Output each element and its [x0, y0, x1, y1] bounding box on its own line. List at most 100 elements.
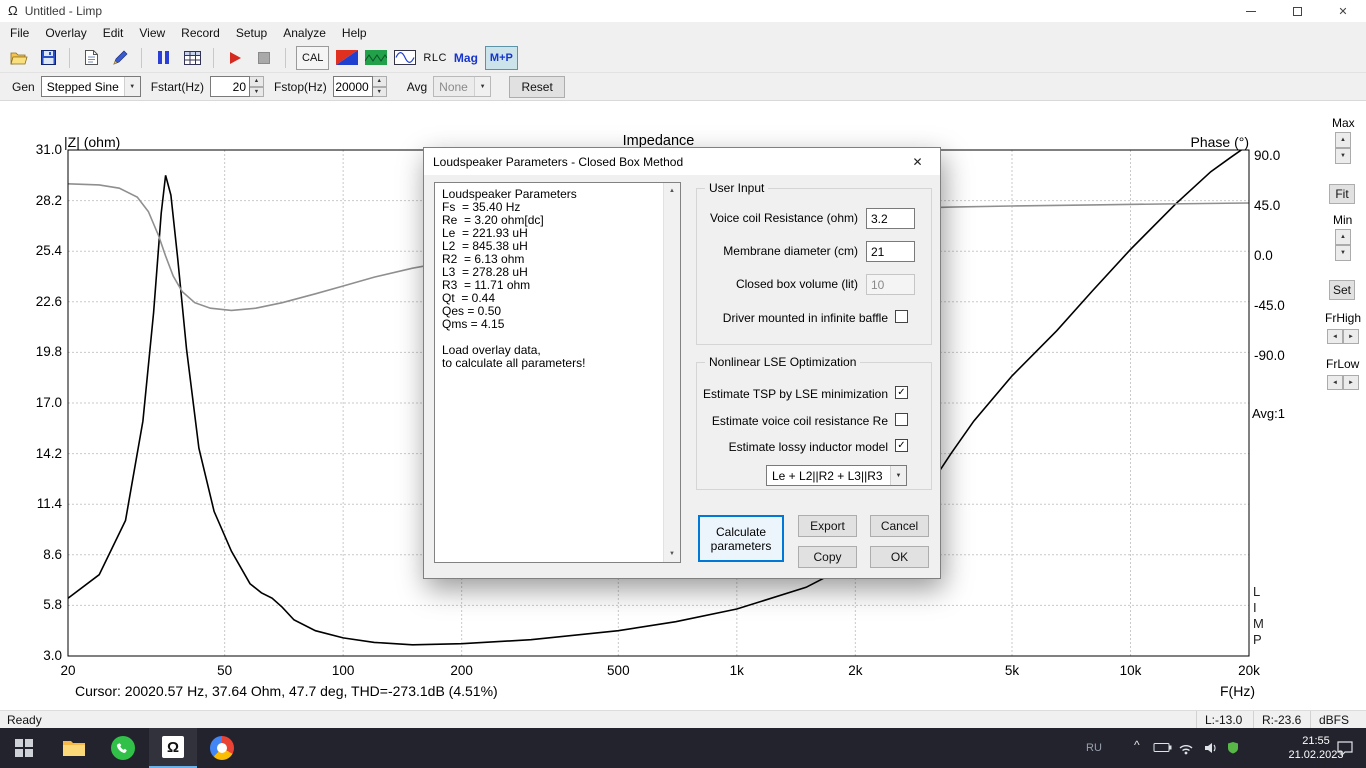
- lossy-inductor-checkbox[interactable]: [895, 439, 908, 452]
- calculate-parameters-button[interactable]: Calculate parameters: [698, 515, 784, 562]
- fstart-down-arrow[interactable]: ▼: [250, 86, 265, 97]
- menu-analyze[interactable]: Analyze: [275, 24, 334, 42]
- lossy-inductor-label: Estimate lossy inductor model: [728, 440, 888, 454]
- frhigh-left-arrow[interactable]: ◄: [1327, 329, 1343, 344]
- max-up-arrow[interactable]: ▲: [1335, 132, 1351, 148]
- menu-overlay[interactable]: Overlay: [37, 24, 94, 42]
- file-explorer-taskbar-button[interactable]: [50, 728, 98, 768]
- min-down-arrow[interactable]: ▼: [1335, 245, 1351, 261]
- browser-icon: [210, 736, 234, 760]
- closed-box-volume-input[interactable]: [866, 274, 915, 295]
- dialog-close-button[interactable]: ✕: [895, 148, 940, 175]
- minimize-button[interactable]: [1228, 0, 1274, 22]
- magnitude-view-button[interactable]: Mag: [454, 46, 478, 70]
- z-tick-label: 28.2: [35, 192, 62, 208]
- fstop-down-arrow[interactable]: ▼: [372, 86, 387, 97]
- pause-button[interactable]: [152, 46, 174, 70]
- phase-tick-label: -45.0: [1254, 298, 1285, 313]
- menu-setup[interactable]: Setup: [228, 24, 275, 42]
- menu-record[interactable]: Record: [173, 24, 228, 42]
- table-icon: [183, 50, 201, 65]
- user-input-group: User Input Voice coil Resistance (ohm) M…: [696, 181, 932, 345]
- frlow-left-arrow[interactable]: ◄: [1327, 375, 1343, 390]
- copy-chart-button[interactable]: [80, 46, 102, 70]
- cancel-button[interactable]: Cancel: [870, 515, 929, 537]
- start-measurement-button[interactable]: [224, 46, 246, 70]
- maximize-button[interactable]: [1274, 0, 1320, 22]
- action-center-button[interactable]: [1336, 740, 1354, 761]
- tray-icons-strip[interactable]: [1153, 739, 1249, 757]
- export-button[interactable]: Export: [798, 515, 857, 537]
- status-bar: Ready L:-13.0 R:-23.6 dBFS: [0, 710, 1366, 729]
- chevron-down-icon: ▼: [474, 77, 491, 96]
- open-file-button[interactable]: [8, 46, 30, 70]
- table-view-button[interactable]: [181, 46, 203, 70]
- results-scrollbar[interactable]: ▲ ▼: [663, 183, 680, 562]
- z-tick-label: 11.4: [36, 496, 62, 512]
- fstop-up-arrow[interactable]: ▲: [372, 76, 387, 87]
- estimate-re-checkbox[interactable]: [895, 413, 908, 426]
- z-tick-label: 14.2: [35, 445, 62, 461]
- min-up-arrow[interactable]: ▲: [1335, 229, 1351, 245]
- frequency-tick-label: 5k: [1004, 663, 1020, 678]
- spectrum-button[interactable]: [365, 46, 388, 70]
- fstop-input[interactable]: [332, 76, 373, 97]
- ok-button[interactable]: OK: [870, 546, 929, 568]
- menu-edit[interactable]: Edit: [95, 24, 132, 42]
- inductor-model-select[interactable]: Le + L2||R2 + L3||R3 ▼: [766, 465, 907, 486]
- z-tick-label: 3.0: [43, 648, 62, 663]
- max-down-arrow[interactable]: ▼: [1335, 148, 1351, 164]
- lossy-inductor-row: Estimate lossy inductor model: [697, 439, 931, 455]
- max-stepper: ▲ ▼: [1335, 132, 1351, 164]
- toolbar-separator: [213, 47, 214, 68]
- language-indicator[interactable]: RU: [1086, 742, 1102, 754]
- rlc-mode-button[interactable]: RLC: [423, 46, 447, 70]
- stop-measurement-button[interactable]: [253, 46, 275, 70]
- tray-expand-chevron-icon[interactable]: ^: [1134, 738, 1140, 752]
- frlow-right-arrow[interactable]: ►: [1343, 375, 1359, 390]
- reset-button[interactable]: Reset: [509, 75, 566, 98]
- calibrate-button[interactable]: CAL: [296, 45, 330, 70]
- menu-file[interactable]: File: [2, 24, 37, 42]
- menu-help[interactable]: Help: [334, 24, 375, 42]
- menu-view[interactable]: View: [131, 24, 173, 42]
- parameters-text: Loudspeaker Parameters Fs = 35.40 Hz Re …: [442, 187, 586, 370]
- stop-icon: [258, 51, 270, 64]
- whatsapp-taskbar-button[interactable]: [99, 728, 147, 768]
- copy-button[interactable]: Copy: [798, 546, 857, 568]
- fit-button[interactable]: Fit: [1329, 184, 1355, 204]
- close-button[interactable]: ✕: [1320, 0, 1366, 22]
- generator-button[interactable]: [394, 46, 417, 70]
- magnitude-phase-view-button[interactable]: M+P: [484, 45, 518, 70]
- infinite-baffle-checkbox[interactable]: [895, 310, 908, 323]
- scroll-down-arrow[interactable]: ▼: [664, 546, 680, 562]
- set-button[interactable]: Set: [1329, 280, 1355, 300]
- voice-coil-resistance-input[interactable]: [866, 208, 915, 229]
- min-label: Min: [1333, 213, 1353, 227]
- closed-box-volume-label: Closed box volume (lit): [735, 277, 858, 291]
- averaging-select[interactable]: None ▼: [433, 76, 492, 97]
- edit-colors-button[interactable]: [109, 46, 131, 70]
- save-file-button[interactable]: [37, 46, 59, 70]
- file-explorer-icon: [63, 741, 85, 756]
- frequency-tick-label: 20: [60, 663, 76, 678]
- fstart-up-arrow[interactable]: ▲: [250, 76, 265, 87]
- fstart-label: Fstart(Hz): [150, 79, 205, 94]
- overlay-colors-button[interactable]: [336, 46, 359, 70]
- limp-taskbar-button[interactable]: Ω: [149, 728, 197, 768]
- estimate-re-label: Estimate voice coil resistance Re: [711, 414, 888, 428]
- phase-tick-label: 0.0: [1254, 248, 1273, 263]
- frhigh-right-arrow[interactable]: ►: [1343, 329, 1359, 344]
- browser-taskbar-button[interactable]: [198, 728, 246, 768]
- dialog-titlebar[interactable]: Loudspeaker Parameters - Closed Box Meth…: [424, 148, 940, 175]
- estimate-tsp-checkbox[interactable]: [895, 386, 908, 399]
- estimate-tsp-row: Estimate TSP by LSE minimization: [697, 386, 931, 402]
- menubar: File Overlay Edit View Record Setup Anal…: [0, 22, 1366, 43]
- membrane-diameter-input[interactable]: [866, 241, 915, 262]
- voice-coil-resistance-label: Voice coil Resistance (ohm): [709, 211, 858, 225]
- start-button[interactable]: [0, 728, 48, 768]
- fstart-input[interactable]: [210, 76, 251, 97]
- phase-tick-label: 90.0: [1254, 148, 1281, 163]
- scroll-up-arrow[interactable]: ▲: [664, 183, 680, 199]
- generator-type-select[interactable]: Stepped Sine ▼: [40, 76, 141, 97]
